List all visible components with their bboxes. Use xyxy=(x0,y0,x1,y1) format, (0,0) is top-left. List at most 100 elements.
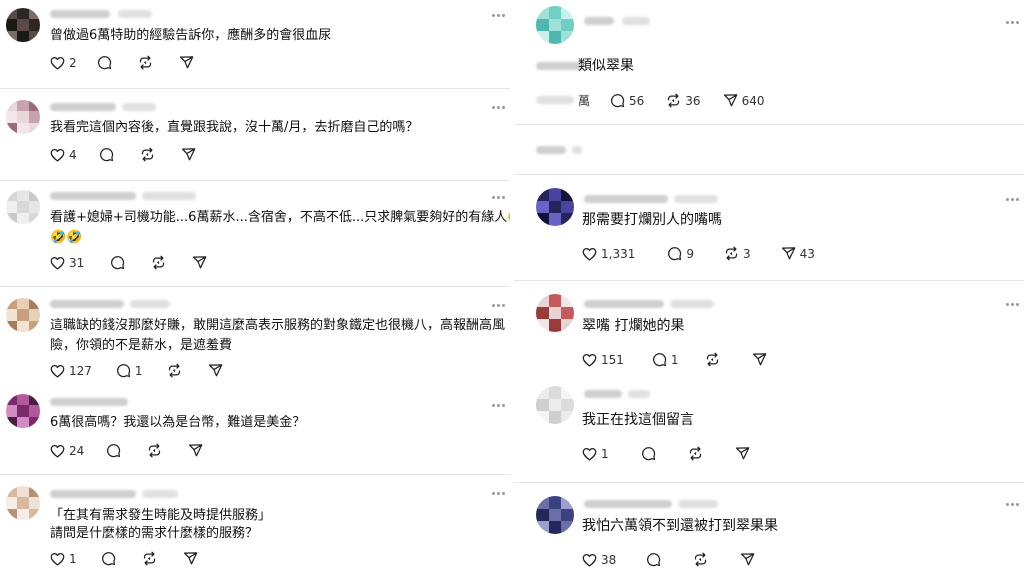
heart-icon xyxy=(50,364,65,378)
like-count: 38 xyxy=(601,552,617,567)
action-bar: 151 1 xyxy=(582,352,771,367)
repost-button[interactable] xyxy=(693,552,712,567)
like-button[interactable]: 2 xyxy=(50,56,77,70)
repost-button[interactable] xyxy=(151,255,170,270)
heart-icon xyxy=(582,353,597,367)
blurred-username xyxy=(536,62,582,70)
blurred-username xyxy=(572,146,582,154)
comment-text: 我正在找這個留言 xyxy=(582,412,694,428)
comment-text: 這職缺的錢沒那麼好賺，敢開這麼高表示服務的對象鐵定也很機八，高報酬高風 xyxy=(50,318,506,333)
more-options-icon[interactable] xyxy=(492,106,506,110)
avatar[interactable] xyxy=(536,496,574,534)
more-options-icon[interactable] xyxy=(1006,21,1020,25)
like-button[interactable]: 151 xyxy=(582,353,624,367)
comment-text: 曾做過6萬特助的經驗告訴你，應酬多的會很血尿 xyxy=(50,28,332,43)
share-button[interactable]: 640 xyxy=(723,93,765,108)
blurred-username xyxy=(674,195,718,203)
avatar[interactable] xyxy=(536,6,574,44)
share-button[interactable] xyxy=(181,147,200,162)
action-bar: 127 1 xyxy=(50,363,227,378)
avatar[interactable] xyxy=(536,188,574,226)
action-bar: 1,331 9 3 43 xyxy=(582,246,815,261)
comment-divider xyxy=(0,474,510,475)
comment-divider xyxy=(514,124,1024,125)
avatar[interactable] xyxy=(6,298,40,332)
repost-button[interactable] xyxy=(705,352,724,367)
send-icon xyxy=(752,352,767,367)
comment-divider xyxy=(0,88,510,89)
reply-button[interactable] xyxy=(101,551,120,566)
share-button[interactable] xyxy=(740,552,759,567)
share-button[interactable] xyxy=(192,255,211,270)
repost-button[interactable] xyxy=(167,363,186,378)
send-icon xyxy=(192,255,207,270)
share-button[interactable] xyxy=(183,551,202,566)
blurred-username xyxy=(50,192,136,200)
comment-icon xyxy=(116,363,131,378)
reply-button[interactable]: 1 xyxy=(116,363,143,378)
avatar[interactable] xyxy=(6,486,40,520)
more-options-icon[interactable] xyxy=(1006,503,1020,507)
repost-count: 3 xyxy=(743,246,751,261)
action-bar: 萬 56 36 640 xyxy=(578,92,764,109)
like-button[interactable]: 1 xyxy=(50,552,77,566)
reply-button[interactable] xyxy=(106,443,125,458)
reply-button[interactable] xyxy=(110,255,129,270)
like-button[interactable]: 127 xyxy=(50,364,92,378)
action-bar: 1 xyxy=(50,551,202,566)
avatar[interactable] xyxy=(536,294,574,332)
repost-button[interactable]: 36 xyxy=(666,93,701,108)
comment-icon xyxy=(101,551,116,566)
like-button[interactable]: 4 xyxy=(50,148,77,162)
comment-text: 我看完這個內容後，直覺跟我說，沒十萬/月，去折磨自己的嗎？ xyxy=(50,120,419,135)
repost-button[interactable] xyxy=(140,147,159,162)
repost-button[interactable]: 3 xyxy=(724,246,751,261)
more-options-icon[interactable] xyxy=(492,196,506,200)
share-count: 640 xyxy=(741,93,765,108)
like-button[interactable]: 24 xyxy=(50,444,84,458)
more-options-icon[interactable] xyxy=(492,404,506,408)
share-button[interactable] xyxy=(208,363,227,378)
avatar[interactable] xyxy=(536,386,574,424)
more-options-icon[interactable] xyxy=(492,14,506,18)
share-button[interactable] xyxy=(752,352,771,367)
more-options-icon[interactable] xyxy=(492,492,506,496)
repost-button[interactable] xyxy=(138,55,157,70)
more-options-icon[interactable] xyxy=(492,304,506,308)
reply-button[interactable] xyxy=(99,147,118,162)
avatar[interactable] xyxy=(6,190,40,224)
heart-icon xyxy=(582,553,597,567)
blurred-username xyxy=(50,300,124,308)
reply-button[interactable]: 9 xyxy=(667,246,694,261)
reply-button[interactable]: 56 xyxy=(610,93,644,108)
share-button[interactable] xyxy=(179,55,198,70)
avatar[interactable] xyxy=(6,100,40,134)
like-button[interactable]: 萬 xyxy=(578,92,590,109)
action-bar: 38 xyxy=(582,552,759,567)
share-button[interactable] xyxy=(735,446,754,461)
repost-button[interactable] xyxy=(688,446,707,461)
repost-button[interactable] xyxy=(147,443,166,458)
reply-button[interactable]: 1 xyxy=(652,352,679,367)
action-bar: 2 xyxy=(50,55,198,70)
share-button[interactable]: 43 xyxy=(781,246,815,261)
reply-button[interactable] xyxy=(646,552,665,567)
like-button[interactable]: 38 xyxy=(582,553,616,567)
more-options-icon[interactable] xyxy=(1006,303,1020,307)
reply-count: 56 xyxy=(629,93,645,108)
like-button[interactable]: 31 xyxy=(50,256,84,270)
send-icon xyxy=(208,363,223,378)
repost-button[interactable] xyxy=(142,551,161,566)
comment-divider xyxy=(514,280,1024,281)
reply-button[interactable] xyxy=(641,446,660,461)
like-button[interactable]: 1 xyxy=(582,447,609,461)
comment-icon xyxy=(667,246,682,261)
avatar[interactable] xyxy=(6,394,40,428)
comment-icon xyxy=(641,446,656,461)
avatar[interactable] xyxy=(6,8,40,42)
like-count: 31 xyxy=(69,255,85,270)
reply-button[interactable] xyxy=(97,55,116,70)
more-options-icon[interactable] xyxy=(1006,198,1020,202)
share-button[interactable] xyxy=(188,443,207,458)
like-button[interactable]: 1,331 xyxy=(582,247,635,261)
